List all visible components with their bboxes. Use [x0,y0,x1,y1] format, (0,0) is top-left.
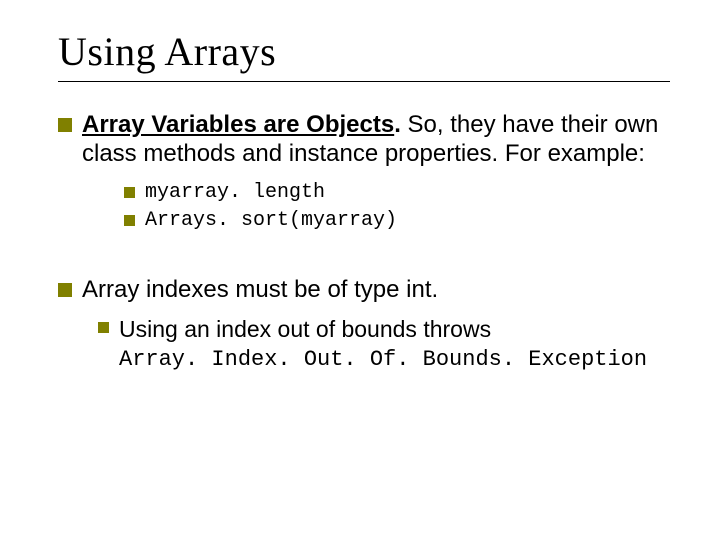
sub-bullet-item: Using an index out of bounds throws Arra… [98,315,670,374]
slide-title: Using Arrays [58,28,670,75]
bullet-text: Array Variables are Objects.. So, they h… [82,110,670,169]
bullet-item: Array Variables are Objects.. So, they h… [58,110,670,169]
sub-text: Using an index out of bounds throws [119,316,491,342]
square-bullet-icon [58,283,72,297]
bullet-text: Array indexes must be of type int. [82,275,438,304]
sub-bullet-text: Using an index out of bounds throws Arra… [119,315,647,374]
square-bullet-icon [98,322,109,333]
emphasis-text: Array Variables are Objects [82,111,394,138]
title-rule [58,81,670,82]
square-bullet-icon [58,118,72,132]
slide: Using Arrays Array Variables are Objects… [0,0,720,540]
square-bullet-icon [124,215,135,226]
bullet-item: Array indexes must be of type int. [58,275,670,304]
slide-content: Array Variables are Objects.. So, they h… [58,110,670,373]
sub-bullet-item: myarray. length [124,181,670,205]
code-text: myarray. length [145,181,325,205]
sub-list: Using an index out of bounds throws Arra… [98,313,670,374]
code-text: Arrays. sort(myarray) [145,209,397,233]
sub-bullet-item: Arrays. sort(myarray) [124,209,670,233]
square-bullet-icon [124,187,135,198]
code-text: Array. Index. Out. Of. Bounds. Exception [119,347,647,372]
sub-list: myarray. length Arrays. sort(myarray) [124,177,670,252]
